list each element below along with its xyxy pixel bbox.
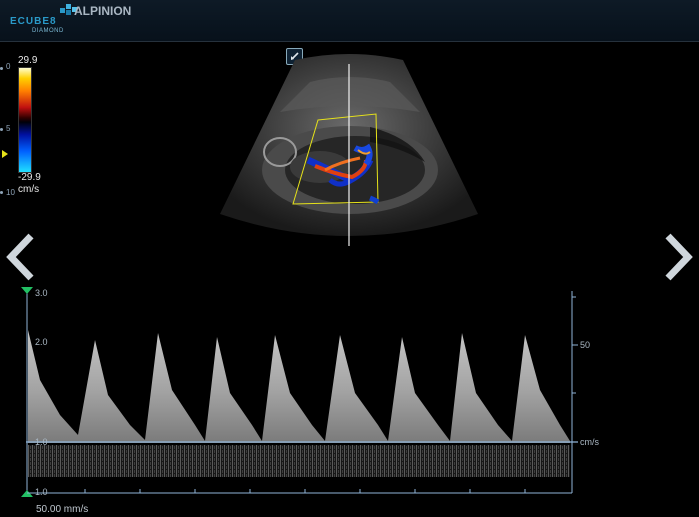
depth-tick-dot [0, 67, 3, 70]
previous-image-button[interactable] [5, 232, 39, 282]
depth-tick-dot [0, 128, 3, 131]
sweep-speed: 50.00 mm/s [36, 504, 89, 515]
logo-sub-text: DIAMOND [32, 28, 64, 34]
pw-doppler-spectrum[interactable] [0, 285, 699, 517]
ecube-logo: ECUBE8 DIAMOND [10, 4, 77, 36]
color-velocity-bar [18, 67, 32, 173]
depth-label-5: 5 [6, 124, 11, 133]
pw-scale-top: 3.0 [35, 288, 48, 298]
next-image-button[interactable] [660, 232, 694, 282]
pw-scale-bottom: 1.0 [35, 487, 48, 497]
depth-tick-dot [0, 191, 3, 194]
color-scale-unit: cm/s [18, 184, 40, 195]
brand-name: ALPINION [74, 4, 132, 18]
color-scale-max: 29.9 [18, 55, 38, 66]
pw-velocity-tick: 50 [580, 340, 591, 350]
depth-label-0: 0 [6, 62, 11, 71]
focus-marker-icon[interactable] [2, 150, 8, 158]
pw-scale-baseline: 1.0 [35, 437, 48, 447]
pw-velocity-unit: cm/s [580, 437, 599, 447]
color-scale-min: -29.9 [18, 172, 41, 183]
depth-label-10: 10 [6, 188, 15, 197]
bmode-sector-image[interactable] [220, 52, 478, 248]
pw-scale-mid: 2.0 [35, 337, 48, 347]
app-header: ECUBE8 DIAMOND ALPINION [0, 0, 699, 42]
logo-main-text: ECUBE8 [10, 16, 57, 27]
